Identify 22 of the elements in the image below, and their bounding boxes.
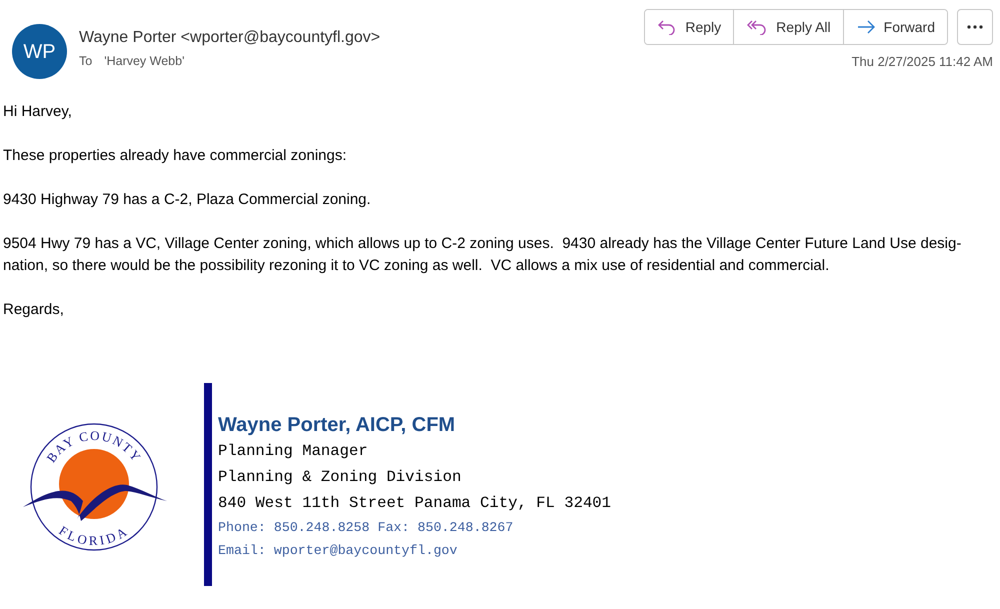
sent-date: Thu 2/27/2025 11:42 AM bbox=[852, 53, 993, 71]
signature-line: Planning & Zoning Division bbox=[218, 467, 462, 488]
more-icon bbox=[967, 25, 983, 29]
paragraph: Regards, bbox=[3, 300, 65, 320]
contact-line: Email: wporter@baycountyfl.gov bbox=[218, 542, 458, 560]
paragraph: These properties already have commercial zonings: bbox=[3, 146, 348, 166]
more-button[interactable] bbox=[957, 9, 993, 45]
recipient: 'Harvey Webb' bbox=[104, 53, 184, 70]
signature-line: Planning Manager bbox=[218, 441, 369, 462]
to-label: To bbox=[79, 53, 92, 70]
signature-line: 840 West 11th Street Panama City, FL 32401 bbox=[218, 493, 612, 514]
contact-line: Phone: 850.248.8258 Fax: 850.248.8267 bbox=[218, 519, 514, 537]
paragraph: Hi Harvey, bbox=[3, 102, 73, 122]
paragraph: 9504 Hwy 79 has a VC, Village Center zoning, which allows up to C-2 zoning uses. 9430 already has the Village Center Future Land Use desig- nation, so there would be the possibility rezoning it to VC zoning as well. VC allows a mix use of residential and commercial. bbox=[3, 234, 962, 276]
avatar: WP bbox=[12, 24, 67, 79]
reply-all-icon bbox=[746, 19, 768, 35]
paragraph: 9430 Highway 79 has a C-2, Plaza Commercial zoning. bbox=[3, 190, 372, 210]
sender-name: Wayne Porter <wporter@baycountyfl.gov> bbox=[79, 28, 380, 48]
signature-name: Wayne Porter, AICP, CFM bbox=[218, 413, 456, 438]
reply-icon bbox=[657, 19, 678, 35]
arrow-right-icon bbox=[856, 20, 876, 34]
forward-button[interactable]: Forward bbox=[842, 10, 947, 44]
